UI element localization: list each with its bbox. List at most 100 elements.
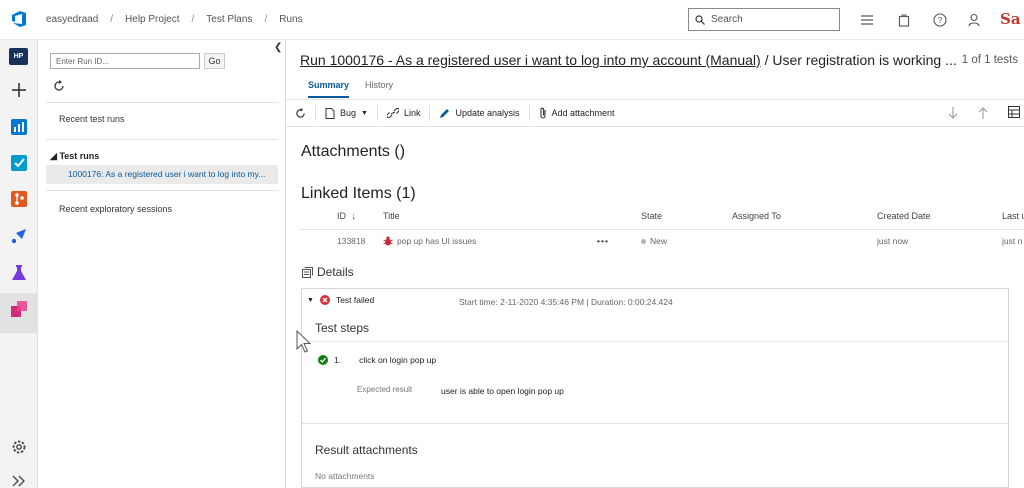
- bug-icon: [383, 236, 393, 246]
- breadcrumb-separator: /: [110, 14, 114, 25]
- settings-gear-icon[interactable]: [10, 438, 28, 456]
- column-header-assigned-to[interactable]: Assigned To: [732, 211, 781, 221]
- column-header-id[interactable]: ID ↓: [337, 211, 356, 221]
- mouse-cursor-icon: [296, 330, 312, 353]
- pane-layout-icon[interactable]: [1008, 106, 1020, 118]
- selected-test-run-item[interactable]: 1000176: As a registered user i want to …: [46, 165, 278, 184]
- boards-icon[interactable]: [10, 154, 28, 172]
- recent-exploratory-sessions-link[interactable]: Recent exploratory sessions: [59, 204, 172, 214]
- column-header-title[interactable]: Title: [383, 211, 400, 221]
- list-settings-icon[interactable]: [860, 13, 874, 27]
- expected-result-label: Expected result: [357, 385, 413, 394]
- breadcrumb-organization[interactable]: easyedraad: [46, 14, 98, 25]
- azure-devops-logo-icon[interactable]: [10, 10, 28, 28]
- step-action: click on login pop up: [359, 355, 437, 365]
- step-number: 1.: [334, 355, 342, 365]
- search-icon: [695, 14, 705, 25]
- breadcrumb-runs[interactable]: Runs: [279, 14, 302, 25]
- test-step-row: 1. click on login pop up: [318, 355, 436, 365]
- link-label: Link: [403, 108, 421, 118]
- test-runs-tree-header[interactable]: ◢ Test runs: [50, 151, 99, 162]
- passed-check-icon: [318, 355, 328, 365]
- collapse-panel-icon[interactable]: ❮: [274, 42, 282, 53]
- start-time-duration: Start time: 2-11-2020 4:35:46 PM | Durat…: [459, 297, 673, 307]
- refresh-icon: [296, 107, 305, 118]
- test-result-label: Test failed: [335, 295, 375, 305]
- link-button[interactable]: Link: [378, 105, 431, 121]
- marketplace-bag-icon[interactable]: [897, 13, 911, 27]
- svg-text:?: ?: [938, 16, 943, 25]
- caret-down-icon: ▼: [361, 109, 368, 117]
- state-dot-icon: [641, 238, 646, 244]
- arrow-down-icon[interactable]: [947, 106, 959, 120]
- state-label: New: [650, 236, 668, 246]
- go-button[interactable]: Go: [204, 53, 225, 69]
- search-box[interactable]: Search: [688, 8, 840, 31]
- bug-label: Bug: [340, 108, 357, 118]
- result-attachments-heading: Result attachments: [315, 443, 418, 457]
- linked-item-id: 133818: [337, 236, 366, 246]
- artifacts-icon[interactable]: [10, 300, 28, 318]
- new-bug-icon: [325, 107, 335, 119]
- failed-status-icon: [319, 295, 330, 305]
- run-title-link[interactable]: Run 1000176 - As a registered user i wan…: [300, 52, 761, 68]
- tab-history[interactable]: History: [365, 80, 393, 98]
- column-header-state[interactable]: State: [641, 211, 662, 221]
- test-result-header[interactable]: ▼ Test failed: [307, 295, 374, 305]
- details-section-header: Details: [302, 265, 354, 279]
- breadcrumb-separator: /: [264, 14, 268, 25]
- breadcrumb-project[interactable]: Help Project: [125, 14, 179, 25]
- linked-item-title: pop up has UI issues: [397, 236, 477, 246]
- user-settings-icon[interactable]: [968, 13, 982, 27]
- bug-dropdown-button[interactable]: Bug ▼: [316, 105, 378, 121]
- test-case-title: / User registration is working ...: [760, 52, 957, 68]
- column-header-last-updated[interactable]: Last u: [1002, 211, 1024, 221]
- recent-test-runs-link[interactable]: Recent test runs: [59, 114, 125, 124]
- column-header-created-date[interactable]: Created Date: [877, 211, 931, 221]
- top-bar: easyedraad / Help Project / Test Plans /…: [0, 0, 1024, 40]
- divider: [46, 102, 278, 103]
- linked-items-heading: Linked Items (1): [301, 185, 416, 202]
- refresh-icon[interactable]: [53, 80, 65, 92]
- grid-divider: [300, 229, 1024, 230]
- row-more-actions-icon[interactable]: •••: [597, 236, 609, 246]
- expand-rail-icon[interactable]: [10, 472, 28, 488]
- test-steps-heading: Test steps: [315, 321, 370, 335]
- test-plans-icon[interactable]: [10, 264, 28, 282]
- sort-descending-icon: ↓: [351, 211, 357, 221]
- add-attachment-label: Add attachment: [551, 108, 615, 118]
- test-counter: 1 of 1 tests: [961, 54, 1018, 66]
- link-icon: [386, 108, 399, 118]
- refresh-button[interactable]: [286, 105, 316, 121]
- run-id-input[interactable]: Enter Run ID...: [50, 53, 200, 69]
- update-analysis-button[interactable]: Update analysis: [430, 105, 530, 121]
- divider: [302, 341, 1008, 342]
- paperclip-icon: [539, 107, 546, 119]
- linked-item-created-date: just now: [877, 236, 909, 246]
- linked-item-title-cell[interactable]: pop up has UI issues: [383, 236, 476, 246]
- divider: [46, 139, 278, 140]
- add-attachment-button[interactable]: Add attachment: [530, 105, 624, 121]
- add-icon[interactable]: [10, 81, 28, 99]
- update-analysis-label: Update analysis: [455, 108, 520, 118]
- runs-side-panel: ❮ Enter Run ID... Go Recent test runs ◢ …: [38, 40, 286, 488]
- page-title: Run 1000176 - As a registered user i wan…: [300, 52, 957, 68]
- column-id-label: ID: [337, 211, 346, 221]
- tab-bar: Summary History: [308, 80, 393, 98]
- project-avatar[interactable]: HP: [9, 48, 28, 65]
- help-icon[interactable]: ?: [933, 13, 947, 27]
- toolbar: Bug ▼ Link Update analysis Add attachmen…: [286, 99, 1024, 127]
- breadcrumb-separator: /: [191, 14, 195, 25]
- breadcrumb: easyedraad / Help Project / Test Plans /…: [46, 14, 303, 25]
- repos-icon[interactable]: [10, 190, 28, 208]
- divider: [46, 190, 278, 191]
- expand-triangle-icon: ◢: [50, 151, 57, 161]
- pipelines-icon[interactable]: [10, 227, 28, 245]
- arrow-up-icon[interactable]: [977, 106, 989, 120]
- attachments-heading: Attachments (): [301, 143, 406, 160]
- overview-icon[interactable]: [10, 118, 28, 136]
- run-details-main: Run 1000176 - As a registered user i wan…: [286, 40, 1024, 488]
- expected-result-value: user is able to open login pop up: [441, 386, 564, 396]
- breadcrumb-test-plans[interactable]: Test Plans: [206, 14, 252, 25]
- tab-summary[interactable]: Summary: [308, 80, 350, 98]
